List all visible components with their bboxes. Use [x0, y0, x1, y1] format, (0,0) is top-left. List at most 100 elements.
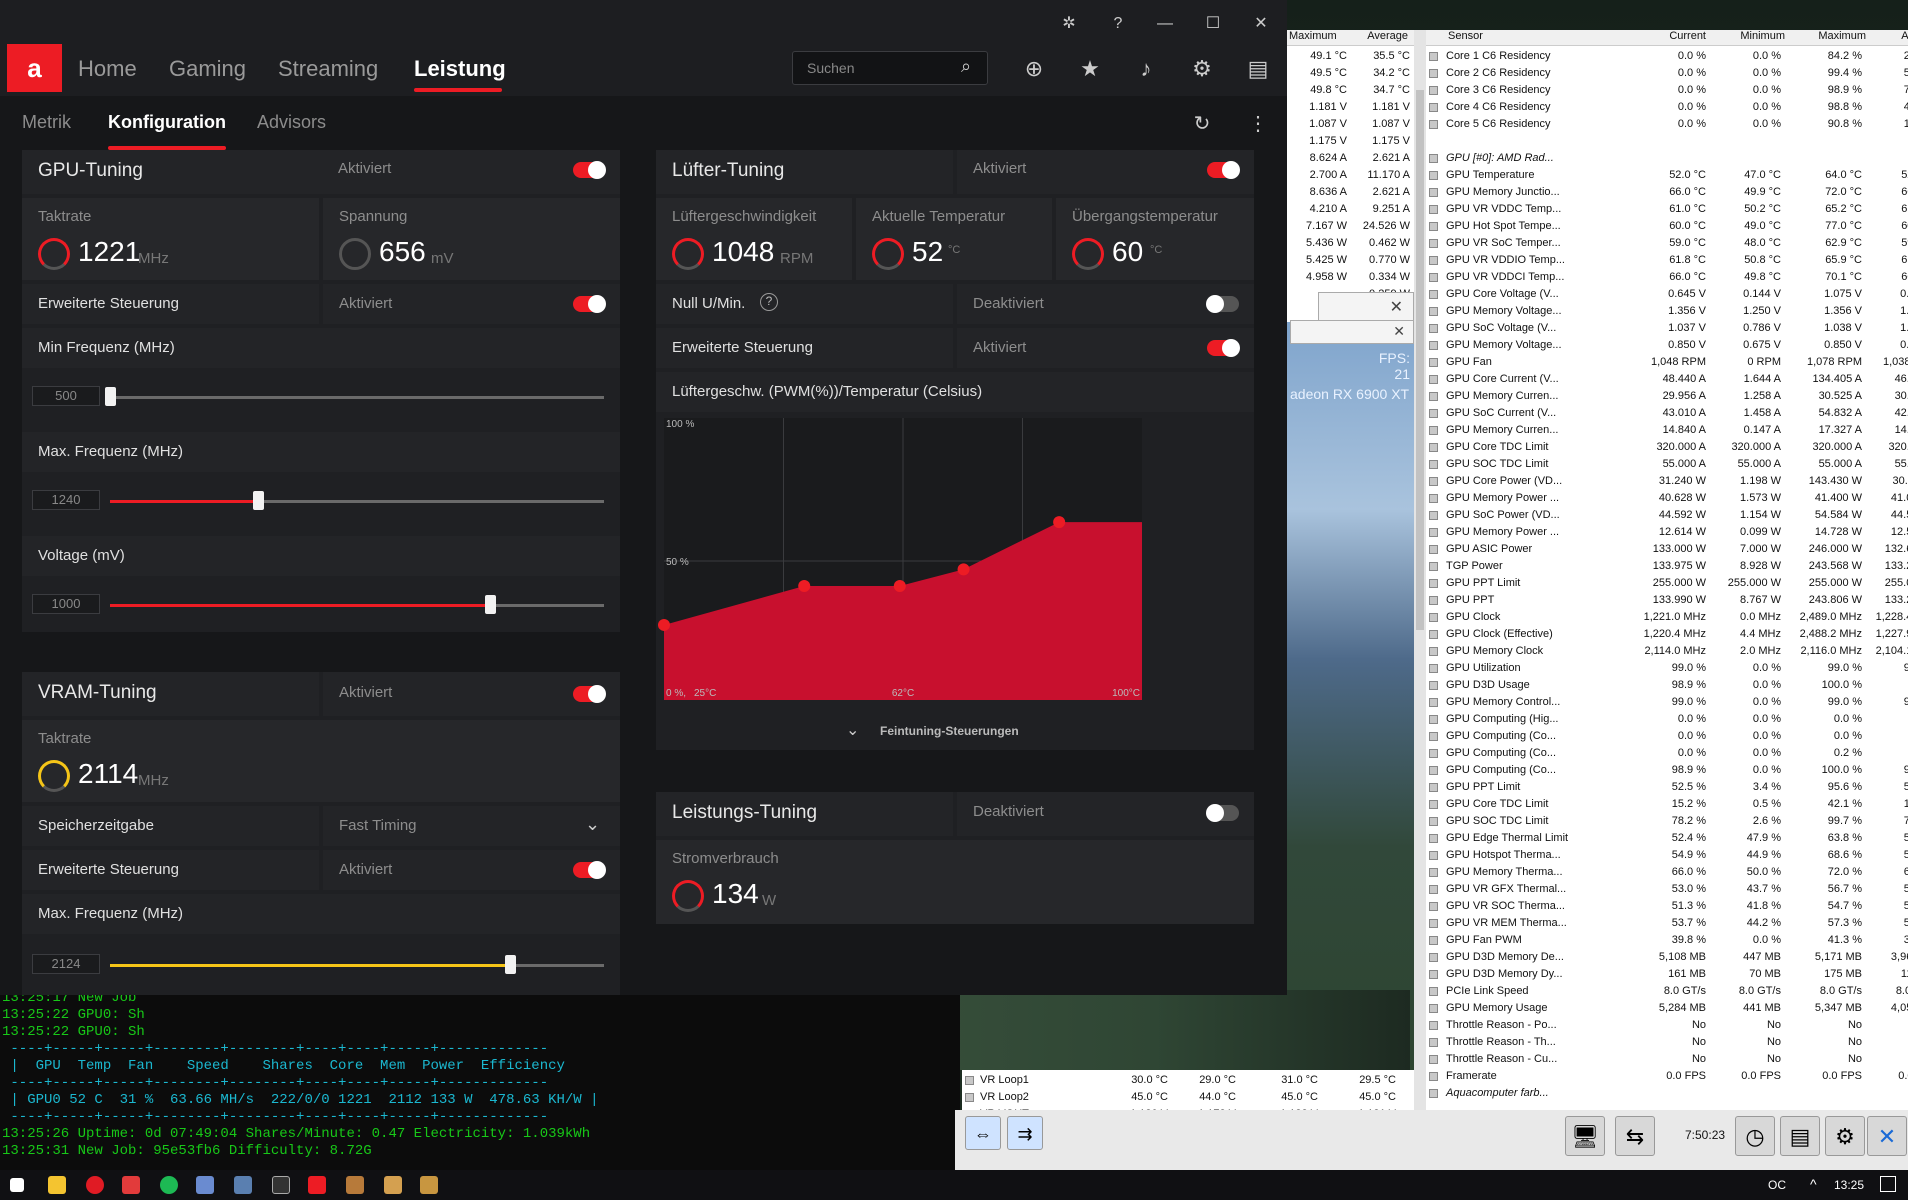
sensor-row[interactable]: Core 3 C6 Residency0.0 %0.0 %98.9 %74.5 … — [1426, 82, 1908, 99]
sensor-row[interactable]: GPU Fan1,048 RPM0 RPM1,078 RPM1,038 RPM — [1426, 354, 1908, 371]
layout-icon[interactable]: ▤ — [1244, 55, 1272, 83]
report-icon[interactable]: ▤ — [1780, 1116, 1820, 1156]
feintuning-toggle[interactable]: ⌄ Feintuning-Steuerungen — [656, 714, 1254, 748]
sensor-row[interactable]: GPU D3D Memory Dy...161 MB70 MB175 MB118… — [1426, 966, 1908, 983]
vram-erw-toggle[interactable] — [573, 861, 606, 879]
star-icon[interactable]: ★ — [1076, 55, 1104, 83]
taskbar-clock[interactable]: 13:25 — [1834, 1178, 1864, 1192]
help-circle-icon[interactable]: ? — [760, 293, 778, 311]
fan-curve-chart[interactable]: 100 % 50 % 0 %, 25°C 62°C 100°C — [656, 412, 1254, 712]
amd-logo[interactable]: a — [7, 44, 62, 92]
sensor-row[interactable]: GPU SoC Voltage (V... 1.037 V 0.786 V 1.038… — [1426, 320, 1908, 337]
popup-window-2[interactable]: ✕ — [1290, 320, 1414, 344]
sensor-row[interactable]: Throttle Reason - Cu...NoNoNoNo — [1426, 1051, 1908, 1068]
settings-icon[interactable]: ⚙ — [1825, 1116, 1865, 1156]
app-icon-2[interactable] — [234, 1176, 252, 1194]
sensor-row[interactable]: Framerate0.0 FPS0.0 FPS0.0 FPS0.0 FPS — [1426, 1068, 1908, 1085]
spotify-icon[interactable] — [160, 1176, 178, 1194]
app-icon-1[interactable] — [196, 1176, 214, 1194]
sensor-row[interactable]: TGP Power133.975 W8.928 W243.568 W133.21… — [1426, 558, 1908, 575]
sensor-row[interactable]: GPU Memory Power ... 40.628 W 1.573 W 41.40… — [1426, 490, 1908, 507]
sensor-row[interactable]: Throttle Reason - Th...NoNoNoNo — [1426, 1034, 1908, 1051]
chart-point[interactable] — [798, 580, 811, 593]
sensor-row[interactable]: GPU VR SoC Temper... 59.0 °C 48.0 °C 62.9 °… — [1426, 235, 1908, 252]
sensor-row[interactable]: GPU Memory Curren... 29.956 A 1.258 A 30.52… — [1426, 388, 1908, 405]
sensor-row[interactable]: GPU Memory Usage 5,284 MB 441 MB 5,347 MB 4,… — [1426, 1000, 1908, 1017]
sensor-row[interactable]: GPU Core TDC Limit15.2 %0.5 %42.1 %14.5 … — [1426, 796, 1908, 813]
power-tuning-toggle[interactable] — [1206, 804, 1239, 822]
sensor-row[interactable]: GPU PPT Limit52.5 %3.4 %95.6 %52.2 % — [1426, 779, 1908, 796]
voltage-thumb[interactable] — [485, 595, 497, 614]
bell-icon[interactable]: ♪ — [1132, 55, 1160, 83]
sensor-row[interactable]: GPU Hot Spot Tempe... 60.0 °C 49.0 °C 77.0 … — [1426, 218, 1908, 235]
sensor-row[interactable]: Core 4 C6 Residency0.0 %0.0 %98.8 %47.9 … — [1426, 99, 1908, 116]
sensor-row[interactable]: GPU Memory Clock 2,114.0 MHz 2.0 MHz 2,116.… — [1426, 643, 1908, 660]
sensor-row[interactable]: GPU Computing (Co...0.0 %0.0 %0.2 %0.0 % — [1426, 745, 1908, 762]
sensor-row[interactable]: GPU Memory Junctio... 66.0 °C 49.9 °C 72.0 … — [1426, 184, 1908, 201]
sensor-row[interactable]: GPU PPT133.990 W8.767 W243.806 W133.210 … — [1426, 592, 1908, 609]
sensor-row[interactable]: GPU Memory Therma...66.0 %50.0 %72.0 %66… — [1426, 864, 1908, 881]
sensor-row[interactable]: GPU VR SOC Therma...51.3 %41.8 %54.7 %51… — [1426, 898, 1908, 915]
sensor-row[interactable]: GPU Memory Control...99.0 %0.0 %99.0 %98… — [1426, 694, 1908, 711]
min-freq-input[interactable]: 500 — [32, 386, 100, 406]
sensor-row[interactable]: VR Loop2 45.0 °C 44.0 °C 45.0 °C 45.0 °C — [962, 1089, 1414, 1106]
sensor-row[interactable]: GPU Clock 1,221.0 MHz 0.0 MHz 2,489.0 MHz 1,… — [1426, 609, 1908, 626]
tab-advisors[interactable]: Advisors — [257, 112, 326, 133]
sensor-row[interactable]: Core 1 C6 Residency0.0 %0.0 %84.2 %25.4 … — [1426, 48, 1908, 65]
nav-leistung[interactable]: Leistung — [414, 56, 506, 82]
sensor-row[interactable]: GPU D3D Usage98.9 %0.0 %100.0 %2.2 % — [1426, 677, 1908, 694]
max-freq-thumb[interactable] — [253, 491, 265, 510]
sensor-row[interactable]: GPU SoC Power (VD... 44.592 W 1.154 W 54.58… — [1426, 507, 1908, 524]
sensor-row[interactable]: GPU SOC TDC Limit78.2 %2.6 %99.7 %78.2 % — [1426, 813, 1908, 830]
sensor-row[interactable]: GPU D3D Memory De... 5,108 MB 447 MB 5,171 … — [1426, 949, 1908, 966]
help-icon[interactable]: ? — [1106, 12, 1130, 36]
close-icon[interactable]: ✕ — [1249, 12, 1273, 36]
clock-icon[interactable]: ◷ — [1735, 1116, 1775, 1156]
sensor-row[interactable]: VR Loop1 30.0 °C 29.0 °C 31.0 °C 29.5 °C — [962, 1072, 1414, 1089]
sensor-row[interactable]: GPU SOC TDC Limit 55.000 A 55.000 A 55.000 … — [1426, 456, 1908, 473]
monitor-icon[interactable]: 🖥 — [1565, 1116, 1605, 1156]
max-freq-input[interactable]: 1240 — [32, 490, 100, 510]
notification-icon[interactable] — [1880, 1176, 1896, 1192]
minimize-icon[interactable]: — — [1153, 12, 1177, 36]
chart-point[interactable] — [957, 563, 970, 576]
sensor-row[interactable]: GPU Core TDC Limit 320.000 A 320.000 A 320.… — [1426, 439, 1908, 456]
nav-home[interactable]: Home — [78, 56, 137, 82]
sensor-row[interactable]: PCIe Link Speed 8.0 GT/s 8.0 GT/s 8.0 GT/s 8… — [1426, 983, 1908, 1000]
fan-tuning-toggle[interactable] — [1207, 161, 1240, 179]
more-icon[interactable]: ⋮ — [1244, 110, 1272, 138]
fan-erw-toggle[interactable] — [1207, 339, 1240, 357]
chart-point[interactable] — [1053, 516, 1066, 529]
search-box[interactable]: Suchen ⌕ — [792, 51, 988, 85]
bug-icon[interactable]: ✲ — [1057, 12, 1081, 36]
app-icon-4[interactable] — [384, 1176, 402, 1194]
app-icon-3[interactable] — [346, 1176, 364, 1194]
sensor-row[interactable]: GPU ASIC Power 133.000 W 7.000 W 246.000 W1… — [1426, 541, 1908, 558]
sensor-row[interactable]: GPU SoC Current (V... 43.010 A 1.458 A 54.8… — [1426, 405, 1908, 422]
sensor-row[interactable]: GPU VR VDDCI Temp... 66.0 °C 49.8 °C 70.1 °… — [1426, 269, 1908, 286]
sensor-row[interactable]: GPU PPT Limit 255.000 W 255.000 W 255.000 W… — [1426, 575, 1908, 592]
amd-icon[interactable] — [308, 1176, 326, 1194]
sensor-row[interactable]: GPU Memory Power ... 12.614 W 0.099 W 14.72… — [1426, 524, 1908, 541]
arrows-collapse-icon[interactable]: ⇉ — [1007, 1116, 1043, 1150]
vram-max-thumb[interactable] — [505, 955, 517, 974]
sensor-row[interactable]: GPU VR MEM Therma...53.7 %44.2 %57.3 %53… — [1426, 915, 1908, 932]
terminal-icon[interactable] — [272, 1176, 290, 1194]
maximize-icon[interactable]: ☐ — [1201, 12, 1225, 36]
sensor-row[interactable]: GPU Memory Voltage... 1.356 V 1.250 V 1.356… — [1426, 303, 1908, 320]
sensor-row[interactable]: GPU Computing (Co...98.9 %0.0 %100.0 %98… — [1426, 762, 1908, 779]
sensor-row[interactable]: GPU Core Power (VD... 31.240 W 1.198 W 143.… — [1426, 473, 1908, 490]
nav-streaming[interactable]: Streaming — [278, 56, 378, 82]
gpu-tuning-toggle[interactable] — [573, 161, 606, 179]
sensor-row[interactable]: Core 2 C6 Residency0.0 %0.0 %99.4 %56.3 … — [1426, 65, 1908, 82]
sensor-row[interactable]: GPU VR VDDC Temp... 61.0 °C 50.2 °C 65.2 °C… — [1426, 201, 1908, 218]
arrows-left-right-icon[interactable]: ⇔ — [965, 1116, 1001, 1150]
hwinfo-scrollbar[interactable] — [1414, 30, 1426, 1110]
sensor-row[interactable] — [1426, 133, 1908, 150]
search-icon[interactable]: ⌕ — [961, 56, 971, 77]
sensor-row[interactable]: GPU VR VDDIO Temp... 61.8 °C 50.8 °C 65.9 °… — [1426, 252, 1908, 269]
opera-icon[interactable] — [86, 1176, 104, 1194]
sensor-row[interactable]: GPU Temperature52.0 °C47.0 °C64.0 °C52.2… — [1426, 167, 1908, 184]
network-icon[interactable]: ⇆ — [1615, 1116, 1655, 1156]
voltage-input[interactable]: 1000 — [32, 594, 100, 614]
